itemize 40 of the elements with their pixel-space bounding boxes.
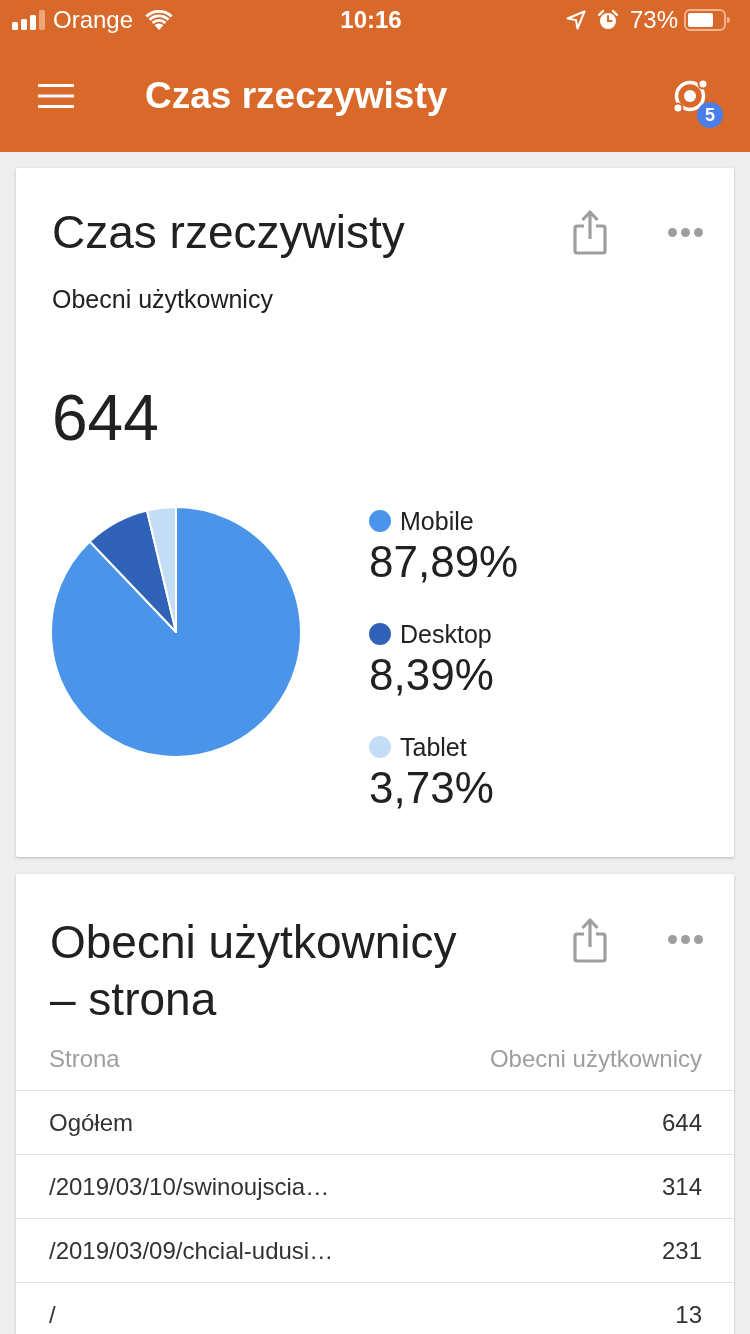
app-bar-title: Czas rzeczywisty — [145, 74, 448, 118]
column-header: Obecni użytkownicy — [489, 1044, 702, 1074]
table-cell: 644 — [661, 1107, 702, 1138]
menu-button[interactable] — [38, 84, 74, 108]
battery-percent: 73% — [629, 6, 678, 34]
table-cell: 13 — [675, 1299, 702, 1330]
table-cell: / — [49, 1299, 56, 1330]
legend-percent: 3,73% — [369, 762, 495, 814]
count-badge: 5 — [697, 102, 723, 128]
legend-label: Desktop — [400, 619, 492, 649]
table-cell: 314 — [661, 1171, 702, 1202]
card-subtitle: Obecni użytkownicy — [52, 285, 274, 313]
table-cell: /2019/03/10/swinoujscia… — [49, 1171, 330, 1202]
share-icon — [573, 209, 607, 255]
more-button[interactable] — [668, 227, 703, 237]
location-arrow-icon — [565, 10, 586, 30]
menu-icon — [38, 84, 74, 108]
total-users: 644 — [52, 382, 160, 454]
table-cell: 231 — [661, 1235, 702, 1266]
carrier-name: Orange — [53, 6, 134, 34]
table-cell: Ogółem — [49, 1107, 134, 1138]
table-cell: /2019/03/09/chcial-udusi… — [49, 1235, 334, 1266]
signal-icon — [12, 10, 45, 30]
status-time: 10:16 — [340, 6, 402, 34]
share-button[interactable] — [573, 917, 607, 963]
battery-icon — [684, 9, 730, 31]
more-icon — [668, 227, 703, 237]
card-title: Obecni użytkownicy – strona — [50, 915, 458, 1027]
legend-percent: 87,89% — [369, 536, 519, 588]
share-icon — [573, 917, 607, 963]
legend-percent: 8,39% — [369, 649, 495, 701]
card-title: Czas rzeczywisty — [52, 206, 406, 258]
share-button[interactable] — [573, 209, 607, 255]
more-icon — [668, 935, 703, 944]
alarm-clock-icon — [597, 10, 618, 30]
legend-label: Mobile — [400, 506, 474, 536]
legend-label: Tablet — [400, 732, 467, 762]
wifi-icon — [145, 10, 174, 30]
column-header: Strona — [49, 1044, 120, 1074]
more-button[interactable] — [668, 935, 703, 944]
